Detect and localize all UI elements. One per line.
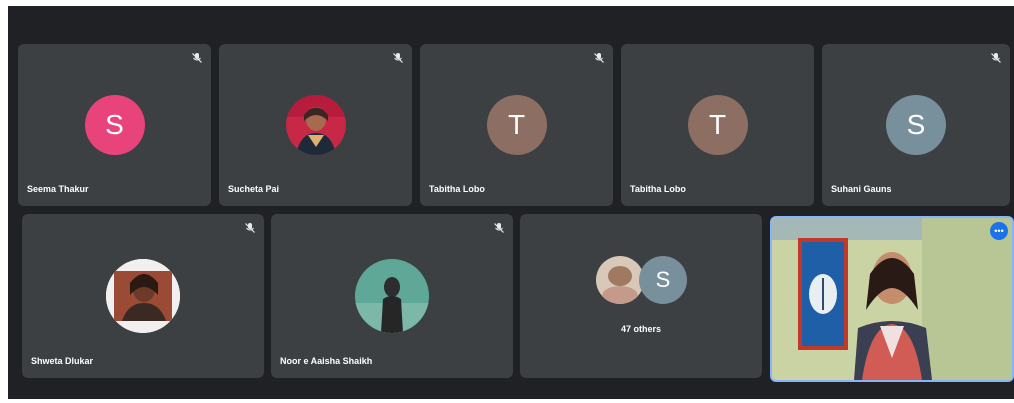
participant-tile[interactable]: T Tabitha Lobo: [621, 44, 814, 206]
self-view-tile[interactable]: •••: [770, 216, 1014, 382]
mic-off-icon: [594, 53, 604, 63]
participant-tile[interactable]: S Suhani Gauns: [822, 44, 1010, 206]
avatar: S: [84, 95, 145, 155]
mic-off-icon: [245, 223, 255, 233]
avatar: S: [886, 95, 946, 155]
avatar-photo: [106, 259, 180, 333]
mic-off-icon: [192, 53, 202, 63]
participant-name: Tabitha Lobo: [630, 184, 686, 194]
mic-off-icon: [494, 223, 504, 233]
participant-name: Seema Thakur: [27, 184, 89, 194]
participant-name: Noor e Aaisha Shaikh: [280, 356, 373, 366]
mic-off-icon: [991, 53, 1001, 63]
avatar: T: [687, 95, 748, 155]
others-count: 47 others: [620, 324, 662, 334]
more-options-icon[interactable]: •••: [990, 222, 1008, 240]
avatar-photo: [355, 259, 429, 333]
participant-tile[interactable]: Sucheta Pai: [219, 44, 412, 206]
avatar-photo: [285, 95, 346, 155]
participant-name: Suhani Gauns: [831, 184, 892, 194]
participant-name: Tabitha Lobo: [429, 184, 485, 194]
participant-tile[interactable]: Noor e Aaisha Shaikh: [271, 214, 513, 378]
participant-tile[interactable]: S Seema Thakur: [18, 44, 211, 206]
others-tile[interactable]: S 47 others: [520, 214, 762, 378]
participant-name: Shweta Dlukar: [31, 356, 94, 366]
participant-tile[interactable]: T Tabitha Lobo: [420, 44, 613, 206]
avatar: T: [486, 95, 547, 155]
participant-name: Sucheta Pai: [228, 184, 280, 194]
avatar: S: [639, 256, 687, 304]
self-video-feed: [772, 218, 1012, 380]
mic-off-icon: [393, 53, 403, 63]
avatar-photo: [596, 256, 644, 304]
participant-tile[interactable]: Shweta Dlukar: [22, 214, 264, 378]
meeting-grid: S Seema Thakur Sucheta Pai T Tabitha Lob…: [8, 6, 1014, 399]
